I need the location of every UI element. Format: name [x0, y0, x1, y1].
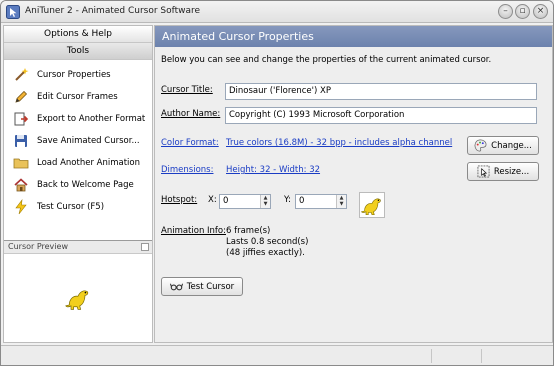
task-label: Load Another Animation: [37, 158, 140, 168]
animation-info-frames: 6 frame(s): [226, 226, 271, 236]
wand-icon: [15, 68, 29, 81]
change-button[interactable]: Change...: [467, 136, 539, 155]
palette-icon: [474, 139, 487, 152]
task-cursor-properties[interactable]: Cursor Properties: [4, 64, 152, 86]
task-edit-frames[interactable]: Edit Cursor Frames: [4, 86, 152, 108]
load-icon: [13, 158, 29, 169]
title-bar[interactable]: AniTuner 2 - Animated Cursor Software – …: [1, 1, 553, 23]
glasses-icon: [169, 283, 183, 291]
color-format-value[interactable]: True colors (16.8M) - 32 bpp - includes …: [226, 138, 452, 148]
animation-info-label: Animation Info:: [161, 226, 226, 236]
pencil-icon: [15, 90, 28, 103]
task-label: Cursor Properties: [37, 70, 111, 80]
resize-button[interactable]: Resize...: [467, 162, 539, 181]
sidebar: Options & Help Tools Cursor Properties E…: [3, 25, 153, 343]
minimize-icon: –: [503, 6, 508, 16]
export-icon: [14, 112, 29, 126]
task-label: Export to Another Format: [37, 114, 146, 124]
maximize-button[interactable]: ▫: [515, 4, 530, 19]
task-export[interactable]: Export to Another Format: [4, 108, 152, 130]
dinosaur-preview-icon: [65, 290, 89, 310]
task-save[interactable]: Save Animated Cursor...: [4, 130, 152, 152]
hotspot-y-spinner[interactable]: 0 ▲ ▼: [295, 194, 347, 209]
dimensions-label[interactable]: Dimensions:: [161, 165, 213, 175]
app-icon: [6, 5, 20, 19]
task-load[interactable]: Load Another Animation: [4, 152, 152, 174]
hotspot-x-value: 0: [223, 196, 229, 206]
hotspot-y-value: 0: [299, 196, 305, 206]
task-welcome[interactable]: Back to Welcome Page: [4, 174, 152, 196]
properties-panel: Animated Cursor Properties Below you can…: [154, 25, 553, 343]
minimize-button[interactable]: –: [498, 4, 513, 19]
status-bar: [1, 345, 553, 365]
animation-info-duration: Lasts 0.8 second(s): [226, 237, 309, 247]
task-test[interactable]: Test Cursor (F5): [4, 196, 152, 218]
change-button-label: Change...: [491, 140, 532, 151]
panel-description: Below you can see and change the propert…: [161, 55, 492, 65]
task-label: Test Cursor (F5): [37, 202, 105, 212]
maximize-icon: ▫: [519, 6, 526, 16]
author-name-label: Author Name:: [161, 109, 221, 119]
resize-button-label: Resize...: [493, 166, 530, 177]
app-window: AniTuner 2 - Animated Cursor Software – …: [0, 0, 554, 366]
dinosaur-hotspot-icon: [361, 198, 381, 216]
test-cursor-button[interactable]: Test Cursor: [161, 277, 243, 296]
hotspot-preview[interactable]: [359, 192, 385, 218]
options-help-header[interactable]: Options & Help: [4, 26, 152, 43]
task-label: Back to Welcome Page: [37, 180, 134, 190]
cursor-title-input[interactable]: Dinosaur ('Florence') XP: [225, 83, 537, 100]
cursor-preview-header: Cursor Preview: [4, 241, 152, 254]
test-cursor-button-label: Test Cursor: [186, 281, 235, 292]
author-name-input[interactable]: Copyright (C) 1993 Microsoft Corporation: [225, 107, 537, 124]
task-label: Edit Cursor Frames: [37, 92, 118, 102]
save-icon: [15, 135, 27, 147]
status-divider: [431, 349, 432, 363]
tools-header[interactable]: Tools: [4, 43, 152, 60]
animation-info-jiffies: (48 jiffies exactly).: [226, 248, 305, 258]
task-label: Save Animated Cursor...: [37, 136, 140, 146]
spinner-arrows-icon[interactable]: ▲ ▼: [260, 195, 270, 208]
hotspot-label: Hotspot:: [161, 195, 198, 205]
lightning-icon: [15, 199, 27, 215]
window-title: AniTuner 2 - Animated Cursor Software: [25, 6, 201, 16]
color-format-label[interactable]: Color Format:: [161, 138, 219, 148]
home-icon: [14, 178, 28, 192]
cursor-preview-panel: Cursor Preview: [4, 240, 152, 342]
hotspot-y-label: Y:: [284, 195, 291, 205]
cursor-title-label: Cursor Title:: [161, 85, 213, 95]
hotspot-x-spinner[interactable]: 0 ▲ ▼: [219, 194, 271, 209]
cursor-preview-title: Cursor Preview: [8, 242, 68, 251]
resize-icon: [477, 165, 490, 178]
dimensions-value[interactable]: Height: 32 - Width: 32: [226, 165, 320, 175]
spinner-arrows-icon[interactable]: ▲ ▼: [336, 195, 346, 208]
task-list: Cursor Properties Edit Cursor Frames Exp…: [4, 60, 152, 218]
close-icon: ×: [536, 6, 545, 16]
hotspot-x-label: X:: [208, 195, 217, 205]
preview-toggle-button[interactable]: [141, 243, 149, 251]
close-button[interactable]: ×: [533, 4, 548, 19]
panel-title: Animated Cursor Properties: [155, 26, 552, 47]
status-divider: [481, 349, 482, 363]
